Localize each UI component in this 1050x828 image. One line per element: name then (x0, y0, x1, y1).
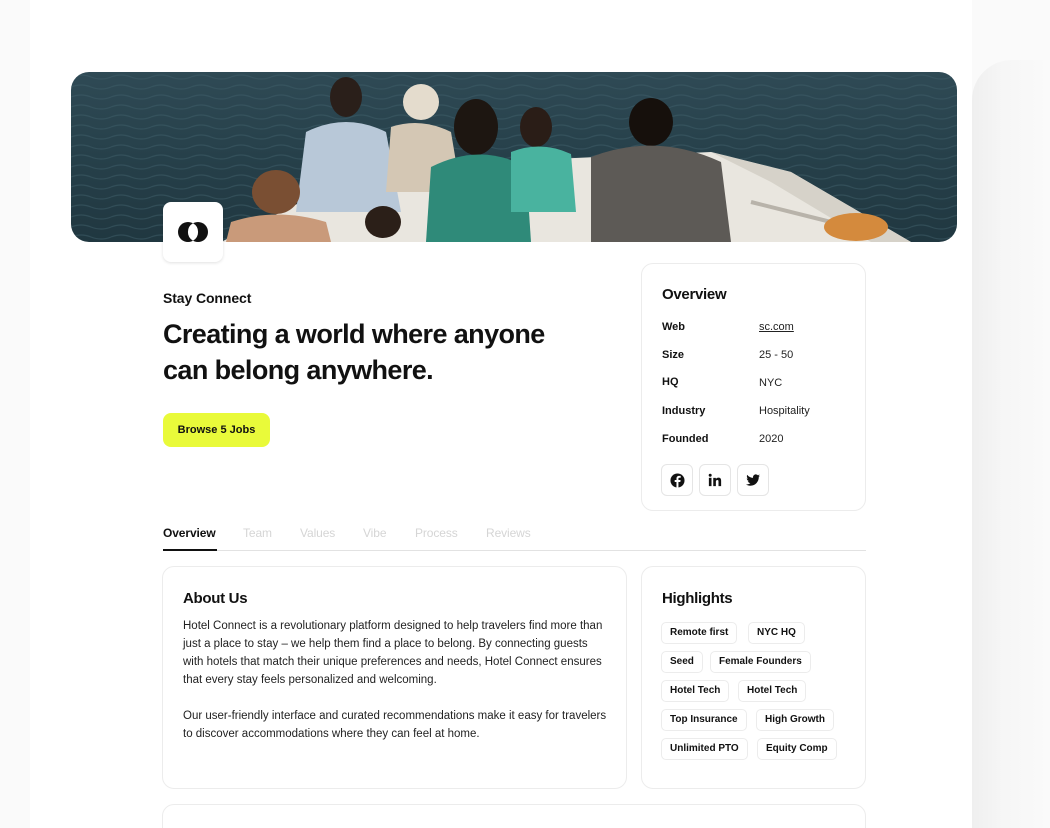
overview-value: 2020 (759, 433, 784, 445)
highlights-card: Highlights Remote first NYC HQ Seed Fema… (641, 566, 866, 789)
tab-overview[interactable]: Overview (163, 526, 216, 540)
about-card: About Us Hotel Connect is a revolutionar… (162, 566, 627, 789)
active-tab-indicator (163, 549, 217, 551)
overview-key: HQ (662, 376, 679, 388)
highlight-chip: Hotel Tech (661, 680, 730, 702)
highlight-chip: Unlimited PTO (661, 738, 748, 760)
tab-reviews[interactable]: Reviews (486, 526, 531, 540)
company-headline: Creating a world where anyone can belong… (163, 319, 545, 385)
next-section-card (162, 804, 866, 828)
side-panel-shadow (972, 60, 1050, 828)
facebook-icon (669, 472, 685, 488)
tab-values[interactable]: Values (300, 526, 335, 540)
about-paragraph: Our user-friendly interface and curated … (183, 710, 607, 740)
highlight-chip: Remote first (661, 622, 738, 644)
overview-key: Industry (662, 405, 706, 417)
about-title: About Us (183, 590, 248, 607)
company-name: Stay Connect (163, 290, 252, 306)
highlight-chip: NYC HQ (748, 622, 805, 644)
highlight-chip: Hotel Tech (738, 680, 807, 702)
overview-card: Overview Web sc.com Size 25 - 50 HQ NYC … (641, 263, 866, 511)
facebook-button[interactable] (661, 464, 693, 496)
company-logo (163, 202, 223, 262)
overview-value: NYC (759, 377, 783, 389)
about-paragraph: Hotel Connect is a revolutionary platfor… (183, 620, 603, 686)
highlight-chip: Female Founders (710, 651, 811, 673)
highlight-chip: High Growth (756, 709, 834, 731)
tab-process[interactable]: Process (415, 526, 458, 540)
logo-icon (178, 222, 208, 242)
twitter-icon (746, 474, 760, 486)
highlight-chip: Seed (661, 651, 703, 673)
linkedin-button[interactable] (699, 464, 731, 496)
overview-key: Web (662, 321, 686, 333)
overview-value: 25 - 50 (759, 349, 794, 361)
overview-value: Hospitality (759, 405, 810, 417)
overview-key: Founded (662, 433, 709, 445)
highlight-chip: Top Insurance (661, 709, 747, 731)
twitter-button[interactable] (737, 464, 769, 496)
browse-jobs-button[interactable]: Browse 5 Jobs (163, 413, 270, 447)
highlight-chip: Equity Comp (757, 738, 837, 760)
profile-tabs: Overview Team Values Vibe Process Review… (163, 526, 866, 551)
tab-team[interactable]: Team (243, 526, 272, 540)
overview-title: Overview (662, 286, 727, 303)
overview-key: Size (662, 349, 685, 361)
about-description: Hotel Connect is a revolutionary platfor… (183, 617, 608, 743)
tab-vibe[interactable]: Vibe (363, 526, 387, 540)
highlights-title: Highlights (662, 590, 733, 607)
website-link[interactable]: sc.com (759, 321, 794, 333)
linkedin-icon (708, 473, 722, 487)
